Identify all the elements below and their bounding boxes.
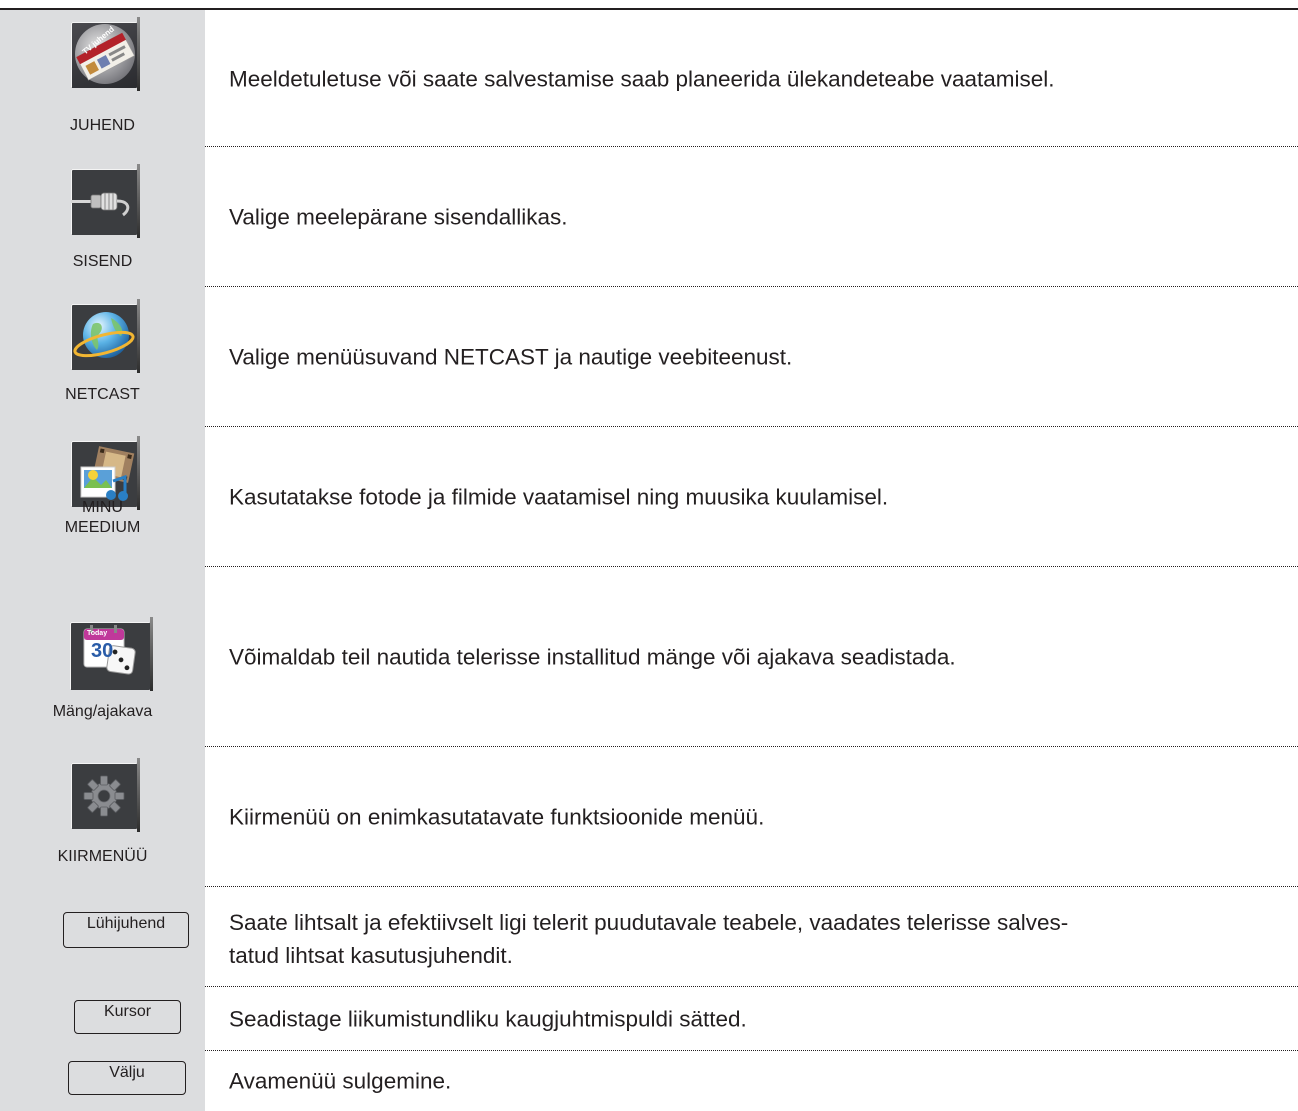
- luhijuhend-description-line1: Saate lihtsalt ja efektiivselt ligi tele…: [229, 910, 1069, 935]
- valju-button-cell: Välju: [0, 1051, 205, 1111]
- mang-ajakava-description: Võimaldab teil nautida telerisse install…: [229, 644, 956, 670]
- gear-icon[interactable]: [71, 758, 140, 832]
- kursor-button[interactable]: Kursor: [74, 1000, 181, 1034]
- row-kiirmenuu: KIIRMENÜÜ Kiirmenüü on enimkasutatavate …: [0, 747, 1298, 887]
- calendar-day-number: 30: [91, 640, 114, 662]
- row-minu-meedium: MINU MEEDIUM Kasutatakse fotode ja filmi…: [0, 427, 1298, 567]
- row-netcast: NETCAST Valige menüüsuvand NETCAST ja na…: [0, 287, 1298, 427]
- sisend-icon-cell: SISEND: [0, 147, 205, 287]
- juhend-icon-cell: TV juhend JUHEND: [0, 10, 205, 147]
- valju-description: Avamenüü sulgemine.: [229, 1068, 452, 1094]
- mang-ajakava-label: Mäng/ajakava: [52, 703, 153, 720]
- luhijuhend-description-line2: tatud lihtsat kasutusjuhendit.: [229, 943, 513, 968]
- kiirmenuu-label: KIIRMENÜÜ: [57, 848, 148, 865]
- minu-meedium-label: MINU MEEDIUM: [0, 498, 205, 538]
- luhijuhend-description: Saate lihtsalt ja efektiivselt ligi tele…: [229, 906, 1278, 972]
- kiirmenuu-description: Kiirmenüü on enimkasutatavate funktsioon…: [229, 804, 765, 830]
- netcast-icon-cell: NETCAST: [0, 287, 205, 427]
- valju-button[interactable]: Välju: [68, 1061, 186, 1095]
- kursor-description: Seadistage liikumistundliku kaugjuhtmisp…: [229, 1006, 747, 1032]
- luhijuhend-button[interactable]: Lühijuhend: [63, 912, 189, 948]
- juhend-label: JUHEND: [70, 117, 135, 134]
- row-mang-ajakava: Today 30 Mäng/ajakava Võimaldab teil nau…: [0, 567, 1298, 747]
- mang-ajakava-icon-cell: Today 30 Mäng/ajakava: [0, 567, 205, 747]
- row-valju: Välju Avamenüü sulgemine.: [0, 1051, 1298, 1111]
- sisend-label: SISEND: [72, 253, 133, 270]
- input-cable-icon[interactable]: [71, 164, 140, 238]
- kiirmenuu-icon-cell: KIIRMENÜÜ: [0, 747, 205, 887]
- row-luhijuhend: Lühijuhend Saate lihtsalt ja efektiivsel…: [0, 887, 1298, 987]
- globe-icon[interactable]: [71, 299, 140, 373]
- calendar-today-text: Today: [87, 630, 108, 637]
- sisend-description: Valige meelepärane sisendallikas.: [229, 204, 568, 230]
- minu-meedium-label-line2: MEEDIUM: [64, 519, 141, 536]
- minu-meedium-description: Kasutatakse fotode ja filmide vaatamisel…: [229, 484, 889, 510]
- netcast-description: Valige menüüsuvand NETCAST ja nautige ve…: [229, 344, 793, 370]
- row-kursor: Kursor Seadistage liikumistundliku kaugj…: [0, 987, 1298, 1051]
- tv-guide-icon[interactable]: TV juhend: [71, 17, 140, 91]
- minu-meedium-icon-cell: MINU MEEDIUM: [0, 427, 205, 567]
- row-sisend: SISEND Valige meelepärane sisendallikas.: [0, 147, 1298, 287]
- netcast-label: NETCAST: [65, 386, 140, 403]
- minu-meedium-label-line1: MINU: [82, 499, 123, 516]
- luhijuhend-button-cell: Lühijuhend: [0, 887, 205, 987]
- game-calendar-icon[interactable]: Today 30: [70, 617, 153, 691]
- row-juhend: TV juhend JUHEND Meeldetuletuse või saat…: [0, 10, 1298, 147]
- juhend-description: Meeldetuletuse või saate salvestamise sa…: [229, 66, 1055, 91]
- kursor-button-cell: Kursor: [0, 987, 205, 1051]
